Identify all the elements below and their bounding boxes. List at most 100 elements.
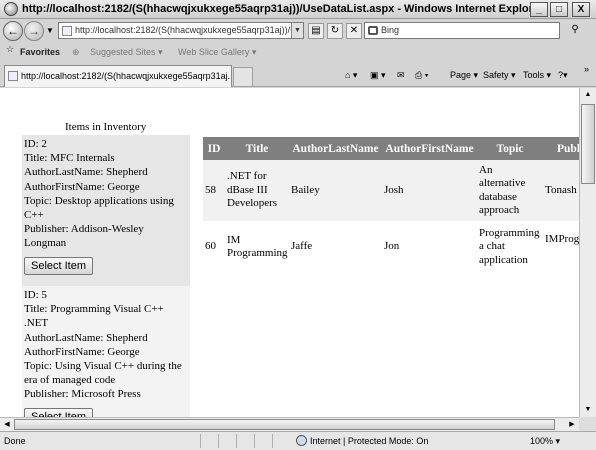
column-header: AuthorFirstName xyxy=(382,137,477,160)
forward-button[interactable]: → xyxy=(24,21,44,41)
item-field: Title: Programming Visual C++ .NET xyxy=(24,303,164,330)
minimize-button[interactable]: _ xyxy=(530,2,548,17)
column-header: AuthorLastName xyxy=(289,137,382,160)
scroll-down-icon[interactable]: ▼ xyxy=(581,403,595,417)
table-cell: Bailey xyxy=(289,160,382,221)
grid-header-row: ID Title AuthorLastName AuthorFirstName … xyxy=(203,137,579,160)
close-button[interactable]: X xyxy=(572,2,590,17)
table-cell: Programming a chat application xyxy=(477,221,543,273)
tools-menu[interactable]: Tools ▾ xyxy=(523,70,551,81)
table-row: 60 IM Programming Jaffe Jon Programming … xyxy=(203,221,579,273)
toolbar-overflow-icon[interactable]: » xyxy=(584,64,589,74)
home-icon[interactable]: ⌂ ▾ xyxy=(345,70,357,81)
vertical-scrollbar[interactable]: ▲ ▼ xyxy=(579,88,596,417)
item-field: Topic: Using Visual C++ during the era o… xyxy=(24,360,182,387)
item-field: ID: 2 xyxy=(24,138,47,150)
maximize-button[interactable]: □ xyxy=(550,2,568,17)
scroll-up-icon[interactable]: ▲ xyxy=(581,88,595,102)
select-item-button[interactable]: Select Item xyxy=(24,256,94,275)
favorite-suggested-sites[interactable]: Suggested Sites ▾ xyxy=(90,47,163,58)
mail-icon[interactable]: ✉ xyxy=(397,70,405,81)
scroll-corner xyxy=(579,417,596,431)
title-bar: http://localhost:2182/(S(hhacwqjxukxege5… xyxy=(0,0,596,19)
inventory-title: Items in Inventory xyxy=(65,121,147,133)
favorites-star-icon: ☆ xyxy=(6,44,15,54)
page-menu[interactable]: Page ▾ xyxy=(450,70,478,81)
table-cell: Jaffe xyxy=(289,221,382,273)
favorite-web-slice-gallery[interactable]: Web Slice Gallery ▾ xyxy=(178,47,256,58)
table-cell: 60 xyxy=(203,221,225,273)
status-text: Done xyxy=(4,436,26,446)
inventory-grid: ID Title AuthorLastName AuthorFirstName … xyxy=(203,137,579,273)
page-content: Items in Inventory ID: 2 Title: MFC Inte… xyxy=(0,88,579,417)
table-cell: Jon xyxy=(382,221,477,273)
security-zone-text[interactable]: Internet | Protected Mode: On xyxy=(310,436,428,446)
table-cell: Josh xyxy=(382,160,477,221)
item-field: Publisher: Microsoft Press xyxy=(24,388,141,401)
column-header: Title xyxy=(225,137,289,160)
refresh-icon[interactable]: ↻ xyxy=(327,23,343,39)
table-cell: IM Programming xyxy=(225,221,289,273)
address-value: http://localhost:2182/(S(hhacwqjxukxege5… xyxy=(75,25,304,35)
status-divider xyxy=(272,434,288,448)
bing-logo-icon xyxy=(368,26,378,35)
compatibility-view-icon[interactable]: ▤ xyxy=(308,23,324,39)
item-field: Title: MFC Internals xyxy=(24,152,115,165)
table-cell: .NET for dBase III Developers xyxy=(225,160,289,221)
table-cell: Tonash xyxy=(543,160,579,221)
safety-menu[interactable]: Safety ▾ xyxy=(483,70,516,81)
add-favorites-icon[interactable]: ⊕ xyxy=(72,47,80,58)
item-field: AuthorFirstName: George xyxy=(24,345,140,358)
stop-icon[interactable]: ✕ xyxy=(346,23,362,39)
history-dropdown-icon[interactable]: ▼ xyxy=(46,26,54,35)
item-field: AuthorLastName: Shepherd xyxy=(24,166,148,179)
search-icon[interactable]: ⚲ xyxy=(565,23,585,39)
page-icon xyxy=(62,26,72,36)
tab-bar: http://localhost:2182/(S(hhacwqjxukxege5… xyxy=(0,63,596,87)
page-icon xyxy=(8,71,18,81)
navigation-bar: ← → ▼ http://localhost:2182/(S(hhacwqjxu… xyxy=(0,19,596,43)
internet-zone-icon xyxy=(296,435,307,446)
list-item: ID: 5 Title: Programming Visual C++ .NET… xyxy=(22,286,190,417)
feeds-icon[interactable]: ▣ ▾ xyxy=(370,70,386,81)
item-field: AuthorFirstName: George xyxy=(24,180,140,193)
horizontal-scroll-thumb[interactable] xyxy=(14,419,555,430)
vertical-scroll-thumb[interactable] xyxy=(581,104,595,184)
status-divider xyxy=(254,434,270,448)
scroll-right-icon[interactable]: ▶ xyxy=(565,418,579,431)
status-bar: Done Internet | Protected Mode: On 100% … xyxy=(0,431,596,450)
tab-current[interactable]: http://localhost:2182/(S(hhacwqjxukxege5… xyxy=(4,65,232,87)
ie-logo-icon xyxy=(4,2,18,16)
search-input[interactable]: Bing xyxy=(364,22,560,39)
column-header: Topic xyxy=(477,137,543,160)
item-field: Publisher: Addison-Wesley Longman xyxy=(24,223,144,250)
column-header: Publ xyxy=(543,137,579,160)
tab-title: http://localhost:2182/(S(hhacwqjxukxege5… xyxy=(21,71,232,81)
select-item-button[interactable]: Select Item xyxy=(24,407,94,417)
horizontal-scrollbar[interactable]: ◀ ▶ xyxy=(0,417,579,431)
list-item: ID: 2 Title: MFC Internals AuthorLastNam… xyxy=(22,135,190,286)
item-field: Topic: Desktop applications using C++ xyxy=(24,194,174,222)
favorites-bar: ☆ Favorites ⊕ Suggested Sites ▾ Web Slic… xyxy=(0,43,596,63)
window-title: http://localhost:2182/(S(hhacwqjxukxege5… xyxy=(22,3,530,15)
table-cell: An alternative database approach xyxy=(477,160,543,221)
table-row: 58 .NET for dBase III Developers Bailey … xyxy=(203,160,579,221)
help-icon[interactable]: ?▾ xyxy=(558,70,568,81)
inventory-datalist: ID: 2 Title: MFC Internals AuthorLastNam… xyxy=(22,135,190,417)
scroll-left-icon[interactable]: ◀ xyxy=(0,418,14,431)
back-button[interactable]: ← xyxy=(3,21,23,41)
item-field: ID: 5 xyxy=(24,289,47,301)
address-bar[interactable]: http://localhost:2182/(S(hhacwqjxukxege5… xyxy=(58,22,304,39)
column-header: ID xyxy=(203,137,225,160)
favorites-button[interactable]: Favorites xyxy=(20,47,60,57)
zoom-level[interactable]: 100% ▾ xyxy=(530,436,560,447)
address-dropdown-icon[interactable]: ▼ xyxy=(291,23,303,38)
item-field: AuthorLastName: Shepherd xyxy=(24,331,148,344)
table-cell: 58 xyxy=(203,160,225,221)
status-divider xyxy=(236,434,252,448)
search-placeholder: Bing xyxy=(381,25,400,35)
print-icon[interactable]: ⎙ ▾ xyxy=(415,70,428,81)
status-divider xyxy=(218,434,234,448)
status-divider xyxy=(200,434,216,448)
new-tab-button[interactable] xyxy=(233,67,253,87)
